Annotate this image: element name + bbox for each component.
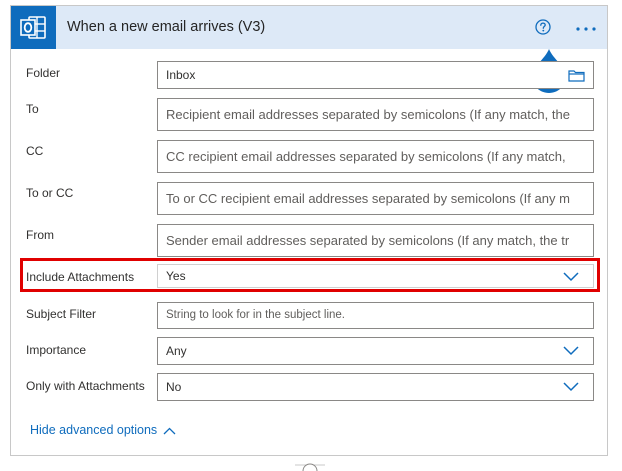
cc-placeholder: CC recipient email addresses separated b… — [166, 149, 566, 164]
subject-filter-placeholder: String to look for in the subject line. — [166, 309, 345, 321]
chevron-up-icon — [163, 427, 176, 435]
importance-value: Any — [166, 344, 187, 358]
importance-dropdown[interactable]: Any — [157, 337, 594, 365]
importance-label: Importance — [26, 343, 87, 357]
to-field[interactable]: Recipient email addresses separated by s… — [157, 98, 594, 131]
to-or-cc-label: To or CC — [26, 186, 74, 200]
folder-icon[interactable] — [568, 69, 585, 82]
from-label: From — [26, 228, 54, 242]
card-header[interactable]: When a new email arrives (V3) — [11, 6, 607, 49]
card-title: When a new email arrives (V3) — [67, 19, 266, 35]
folder-field[interactable]: Inbox — [157, 61, 594, 89]
subject-filter-label: Subject Filter — [26, 307, 97, 321]
folder-label: Folder — [26, 66, 61, 80]
to-or-cc-field[interactable]: To or CC recipient email addresses separ… — [157, 182, 594, 215]
help-circle-icon[interactable] — [535, 19, 551, 35]
highlight-box — [20, 258, 600, 292]
hide-advanced-options-label: Hide advanced options — [30, 423, 158, 437]
trigger-card: When a new email arrives (V3) Folder Inb… — [10, 5, 608, 456]
chevron-down-icon — [563, 346, 579, 356]
chevron-down-icon — [563, 382, 579, 392]
only-with-attachments-value: No — [166, 380, 182, 394]
to-label: To — [26, 102, 39, 116]
subject-filter-field[interactable]: String to look for in the subject line. — [157, 302, 594, 329]
cc-field[interactable]: CC recipient email addresses separated b… — [157, 140, 594, 173]
only-with-attachments-dropdown[interactable]: No — [157, 373, 594, 401]
to-or-cc-placeholder: To or CC recipient email addresses separ… — [166, 191, 570, 206]
cc-label: CC — [26, 144, 44, 158]
folder-value: Inbox — [166, 68, 196, 82]
outlook-logo — [11, 6, 56, 49]
ellipsis-icon[interactable] — [575, 26, 597, 32]
connector-node[interactable] — [295, 457, 325, 471]
from-placeholder: Sender email addresses separated by semi… — [166, 233, 570, 248]
hide-advanced-options-link[interactable]: Hide advanced options — [30, 423, 176, 437]
outlook-icon — [20, 16, 46, 39]
to-placeholder: Recipient email addresses separated by s… — [166, 107, 570, 122]
from-field[interactable]: Sender email addresses separated by semi… — [157, 224, 594, 257]
only-with-attachments-label: Only with Attachments — [26, 379, 145, 393]
